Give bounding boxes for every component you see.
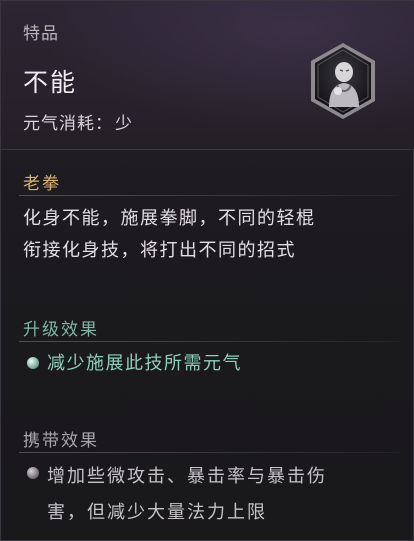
carry-line-1: 增加些微攻击、暴击率与暴击伤 — [47, 466, 327, 487]
section-title-lao-quan: 老拳 — [23, 174, 61, 194]
section-title-carry: 携带效果 — [23, 431, 99, 451]
upgrade-bullet-icon — [27, 357, 39, 369]
mana-cost-value: 少 — [115, 114, 133, 134]
section-title-upgrade: 升级效果 — [23, 320, 99, 340]
skill-title: 不能 — [23, 68, 78, 97]
header-divider — [1, 149, 414, 150]
mana-cost-label: 元气消耗： — [23, 114, 113, 134]
lao-quan-line-1: 化身不能，施展拳脚，不同的轻棍 — [23, 208, 316, 229]
section-divider — [19, 341, 399, 342]
carry-bullet-icon — [27, 467, 39, 479]
upgrade-effect-text: 减少施展此技所需元气 — [47, 353, 242, 374]
lao-quan-description: 化身不能，施展拳脚，不同的轻棍 衔接化身技，将打出不同的招式 — [23, 203, 393, 267]
lao-quan-line-2: 衔接化身技，将打出不同的招式 — [23, 240, 296, 261]
carry-effect-text: 增加些微攻击、暴击率与暴击伤 害，但减少大量法力上限 — [47, 459, 387, 531]
section-divider — [19, 452, 399, 453]
monk-portrait-icon — [311, 43, 375, 119]
carry-line-2: 害，但减少大量法力上限 — [47, 502, 267, 523]
section-divider — [19, 195, 399, 196]
grade-label: 特品 — [23, 24, 59, 44]
skill-tooltip-panel: 特品 不能 元气消耗：少 老拳 化身不能，施展拳脚，不同的轻棍 衔接化身技，将打… — [0, 0, 414, 541]
mana-cost: 元气消耗：少 — [23, 109, 133, 134]
